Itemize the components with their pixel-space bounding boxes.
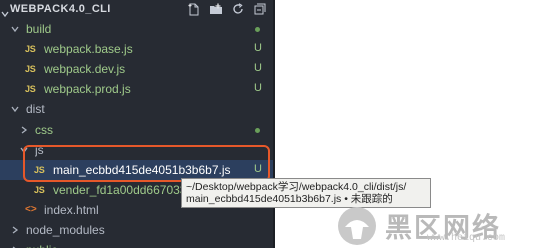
explorer-toolbar (187, 2, 267, 17)
untracked-dot-icon (255, 27, 260, 32)
git-status-badge: U (254, 42, 262, 55)
tree-file-webpack-prod[interactable]: JS webpack.prod.js U (0, 79, 273, 99)
html-file-icon: <> (25, 204, 37, 216)
js-file-icon: JS (25, 44, 36, 55)
tree-file-main-bundle[interactable]: JS main_ecbbd415de4051b3b6b7.js U (0, 159, 273, 180)
chevron-right-icon[interactable] (19, 125, 29, 135)
tree-item-label: js (35, 142, 44, 157)
tree-item-label: dist (26, 102, 45, 117)
tree-folder-public[interactable]: public (0, 240, 273, 248)
explorer-title: WEBPACK4.0_CLI (10, 3, 111, 15)
tree-item-label: public (26, 243, 57, 248)
watermark-logo-icon (338, 206, 376, 245)
tooltip-path: ~/Desktop/webpack学习/webpack4.0_cli/dist/… (186, 181, 407, 193)
tree-folder-css[interactable]: css (0, 120, 273, 140)
tree-item-label: webpack.dev.js (44, 62, 126, 77)
js-file-icon: JS (25, 84, 36, 95)
explorer-header: WEBPACK4.0_CLI (0, 0, 273, 19)
js-file-icon: JS (25, 64, 36, 75)
chevron-down-icon[interactable] (10, 24, 20, 34)
js-file-icon: JS (34, 184, 45, 195)
chevron-down-icon[interactable] (19, 145, 29, 155)
git-status-badge: U (254, 82, 262, 95)
git-status-badge: U (254, 62, 262, 75)
chevron-down-icon[interactable] (10, 104, 20, 114)
tree-folder-build[interactable]: build (0, 19, 273, 39)
tree-item-label: webpack.base.js (44, 42, 133, 57)
new-folder-icon[interactable] (209, 2, 223, 16)
collapse-all-icon[interactable] (253, 2, 267, 16)
new-file-icon[interactable] (187, 2, 201, 16)
js-file-icon: JS (34, 164, 45, 175)
tree-file-webpack-base[interactable]: JS webpack.base.js U (0, 39, 273, 59)
tree-file-webpack-dev[interactable]: JS webpack.dev.js U (0, 59, 273, 79)
git-status-badge: U (254, 162, 262, 175)
chevron-right-icon[interactable] (10, 225, 20, 235)
tree-item-label: css (35, 122, 53, 137)
tree-folder-dist[interactable]: dist (0, 99, 273, 119)
tree-item-label: index.html (44, 202, 99, 217)
untracked-dot-icon (255, 127, 260, 133)
watermark-url: www.heiqu.com (427, 233, 506, 244)
explorer-panel: WEBPACK4.0_CLI build JS webpack.base.js U JS… (0, 0, 273, 248)
watermark: 黑区网络 www.heiqu.com (335, 203, 550, 248)
tree-folder-js[interactable]: js (0, 140, 273, 160)
tree-item-label: node_modules (26, 223, 105, 237)
refresh-icon[interactable] (231, 2, 245, 16)
tree-folder-node-modules[interactable]: node_modules (0, 220, 273, 240)
chevron-down-icon[interactable] (1, 5, 9, 18)
tree-item-label: build (26, 22, 52, 36)
tree-item-label: main_ecbbd415de4051b3b6b7.js (53, 162, 231, 177)
tree-item-label: webpack.prod.js (44, 82, 131, 97)
